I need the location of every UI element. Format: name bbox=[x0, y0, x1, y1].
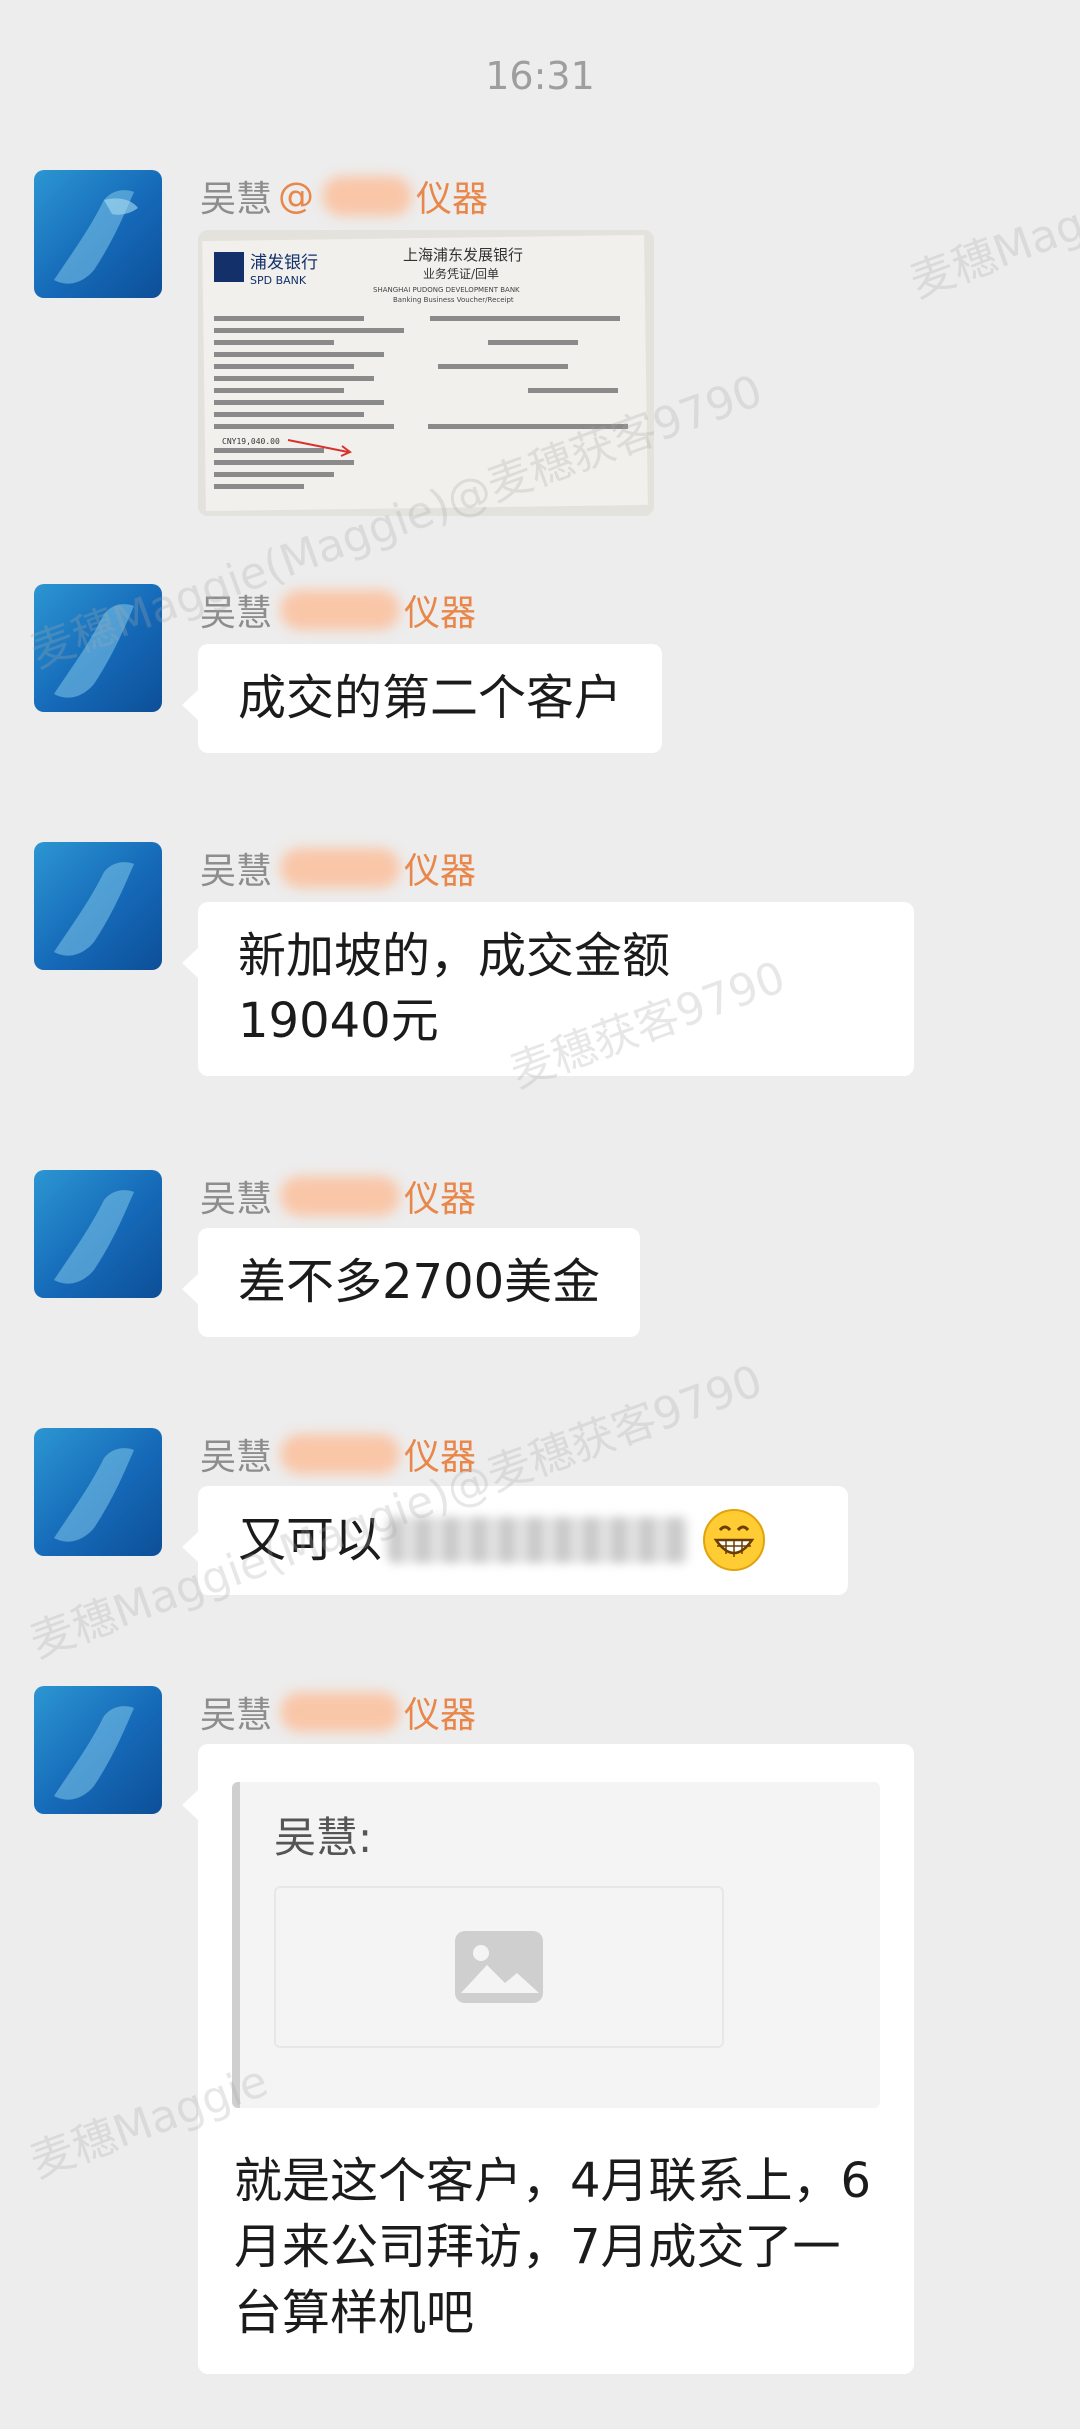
bank-receipt-image[interactable]: 浦发银行 SPD BANK 上海浦东发展银行 业务凭证/回单 SHANGHAI … bbox=[198, 230, 654, 516]
sender-name: 吴慧 仪器 bbox=[200, 1428, 476, 1480]
avatar[interactable] bbox=[34, 1686, 162, 1814]
message-text-line: 19040元 bbox=[238, 992, 439, 1049]
message-text: 成交的第二个客户 bbox=[238, 670, 623, 726]
sender-name: 吴慧 仪器 bbox=[200, 1686, 476, 1738]
receipt-subtitle-cn: 业务凭证/回单 bbox=[423, 266, 499, 281]
quoted-sender: 吴慧: bbox=[274, 1813, 373, 1862]
watermark: 麦穗Maggie bbox=[903, 175, 1080, 309]
avatar[interactable] bbox=[34, 1428, 162, 1556]
message-text: 又可以 bbox=[238, 1512, 383, 1568]
image-placeholder-icon bbox=[455, 1931, 543, 2003]
chat-screen: 16:31 吴慧 @ 仪器 浦发银行 SPD BANK 上海浦东发展银行 业务凭… bbox=[0, 0, 1080, 2429]
message-bubble[interactable]: 又可以 bbox=[182, 1486, 848, 1595]
message-timestamp: 16:31 bbox=[485, 54, 595, 98]
message-text: 差不多2700美金 bbox=[238, 1254, 601, 1310]
message-text-line: 新加坡的，成交金额 bbox=[238, 928, 671, 984]
grinning-emoji-icon bbox=[702, 1508, 766, 1572]
bank-name-cn: 浦发银行 bbox=[250, 253, 318, 273]
avatar[interactable] bbox=[34, 842, 162, 970]
sender-name: 吴慧 @ 仪器 bbox=[200, 175, 489, 221]
avatar[interactable] bbox=[34, 170, 162, 298]
quoted-image[interactable] bbox=[274, 1886, 724, 2048]
quoted-message[interactable]: 吴慧: bbox=[232, 1782, 880, 2108]
message-text: 就是这个客户，4月联系上，6月来公司拜访，7月成交了一台算样机吧 bbox=[234, 2153, 872, 2342]
bank-name-en: SPD BANK bbox=[250, 274, 307, 287]
redacted-text bbox=[388, 1517, 689, 1564]
receipt-subtitle-en: Banking Business Voucher/Receipt bbox=[393, 296, 514, 304]
receipt-title-en: SHANGHAI PUDONG DEVELOPMENT BANK bbox=[373, 286, 520, 294]
receipt-title-cn: 上海浦东发展银行 bbox=[403, 246, 523, 264]
message-bubble[interactable]: 差不多2700美金 bbox=[181, 1228, 641, 1337]
spd-logo-icon bbox=[214, 252, 244, 282]
reply-bubble[interactable]: 吴慧: 就是这个客户，4月联系上，6月来公司拜访，7月成交了一台算样机吧 bbox=[182, 1744, 914, 2374]
message-bubble[interactable]: 成交的第二个客户 bbox=[181, 644, 663, 753]
message-bubble[interactable]: 新加坡的，成交金额 19040元 bbox=[182, 902, 914, 1076]
sender-name: 吴慧 仪器 bbox=[200, 1170, 476, 1222]
sender-name: 吴慧 仪器 bbox=[200, 842, 476, 894]
sender-name: 吴慧 仪器 bbox=[200, 584, 476, 636]
avatar[interactable] bbox=[34, 1170, 162, 1298]
avatar[interactable] bbox=[34, 584, 162, 712]
receipt-amount: CNY19,040.00 bbox=[222, 437, 280, 446]
